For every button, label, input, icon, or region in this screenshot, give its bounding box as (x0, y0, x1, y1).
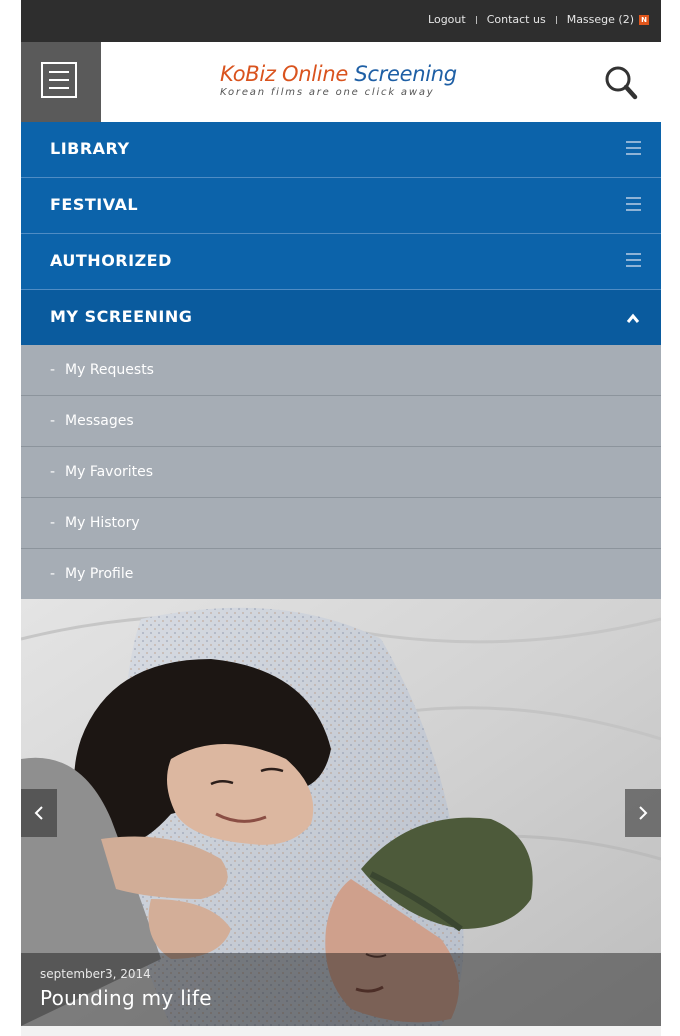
contact-link[interactable]: Contact us (487, 12, 546, 28)
submenu-item-label: My Favorites (65, 464, 154, 480)
bullet-dash: - (50, 566, 56, 582)
utility-links: Logout Contact us Massege (2) N (428, 12, 649, 28)
divider (555, 16, 557, 24)
page-frame: Logout Contact us Massege (2) N KoBiz On… (21, 0, 661, 1036)
nav-item-label: MY SCREENING (50, 307, 193, 326)
hamburger-icon (626, 253, 641, 269)
featured-slide[interactable]: september3, 2014 Pounding my life (21, 599, 661, 1026)
search-button[interactable] (601, 62, 641, 102)
chevron-up-icon (626, 313, 640, 323)
slide-title[interactable]: Pounding my life (40, 985, 212, 1011)
logo-word-2: Online (282, 62, 348, 86)
submenu-item-my-profile[interactable]: - My Profile (21, 549, 661, 601)
bullet-dash: - (50, 413, 56, 429)
logo-word-1: KoBiz (220, 62, 276, 86)
bullet-dash: - (50, 362, 56, 378)
logout-link[interactable]: Logout (428, 12, 466, 28)
submenu-item-label: My Profile (65, 566, 134, 582)
submenu-item-my-favorites[interactable]: - My Favorites (21, 447, 661, 498)
submenu-item-my-requests[interactable]: - My Requests (21, 345, 661, 396)
site-header: KoBiz Online Screening Korean films are … (21, 42, 661, 122)
bullet-dash: - (50, 464, 56, 480)
submenu-item-label: Messages (65, 413, 134, 429)
slide-date: september3, 2014 (40, 967, 151, 981)
site-logo[interactable]: KoBiz Online Screening Korean films are … (220, 62, 470, 106)
nav-item-label: FESTIVAL (50, 195, 139, 214)
my-screening-submenu: - My Requests - Messages - My Favorites … (21, 345, 661, 601)
bullet-dash: - (50, 515, 56, 531)
hamburger-icon (626, 197, 641, 213)
utility-bar: Logout Contact us Massege (2) N (21, 0, 661, 42)
submenu-item-label: My Requests (65, 362, 154, 378)
submenu-item-label: My History (65, 515, 140, 531)
nav-item-my-screening[interactable]: MY SCREENING (21, 290, 661, 346)
new-badge: N (639, 15, 649, 25)
hamburger-icon (626, 141, 641, 157)
slide-caption: september3, 2014 Pounding my life (21, 953, 661, 1026)
hamburger-box-icon (41, 62, 77, 98)
chevron-right-icon (639, 806, 648, 820)
logo-tagline: Korean films are one click away (220, 87, 435, 98)
messages-link[interactable]: Massege (2) (567, 12, 634, 28)
menu-button[interactable] (21, 42, 101, 122)
prev-slide-button[interactable] (21, 789, 57, 837)
main-nav: LIBRARY FESTIVAL AUTHORIZED MY SCREENING (21, 122, 661, 346)
nav-item-authorized[interactable]: AUTHORIZED (21, 234, 661, 290)
nav-item-label: AUTHORIZED (50, 251, 172, 270)
nav-item-library[interactable]: LIBRARY (21, 122, 661, 178)
nav-item-festival[interactable]: FESTIVAL (21, 178, 661, 234)
chevron-left-icon (34, 806, 43, 820)
submenu-item-my-history[interactable]: - My History (21, 498, 661, 549)
next-slide-button[interactable] (625, 789, 661, 837)
submenu-item-messages[interactable]: - Messages (21, 396, 661, 447)
search-icon (605, 66, 638, 100)
logo-title: KoBiz Online Screening (220, 62, 470, 86)
logo-word-3: Screening (354, 62, 457, 86)
divider (475, 16, 477, 24)
nav-item-label: LIBRARY (50, 139, 130, 158)
